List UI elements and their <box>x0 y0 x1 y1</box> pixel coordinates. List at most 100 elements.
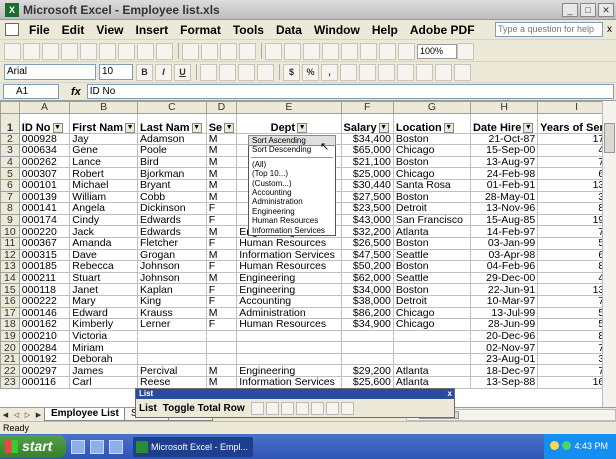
save-icon[interactable] <box>42 42 59 60</box>
cell[interactable]: $27,500 <box>340 190 394 204</box>
cell[interactable] <box>205 341 238 354</box>
cell[interactable]: Stuart <box>69 271 139 285</box>
cell[interactable]: Gene <box>69 144 139 157</box>
cell[interactable]: 000315 <box>18 248 71 262</box>
cell[interactable]: Janet <box>69 283 139 296</box>
cell[interactable]: $34,000 <box>340 283 394 296</box>
permission-icon[interactable] <box>61 42 78 60</box>
cell[interactable]: M <box>205 167 238 180</box>
cell[interactable]: 000211 <box>18 271 71 285</box>
cell[interactable]: Miriam <box>69 341 139 354</box>
cell[interactable]: Chicago <box>392 306 472 320</box>
research-icon[interactable] <box>156 42 173 60</box>
cell[interactable]: M <box>205 155 238 169</box>
cell[interactable]: Cindy <box>69 213 139 227</box>
cell[interactable]: Accounting <box>236 294 342 308</box>
cell[interactable]: 22-Jun-91 <box>470 283 539 296</box>
cell[interactable]: $86,200 <box>340 306 394 320</box>
cell[interactable]: Boston <box>392 132 472 146</box>
cell[interactable]: 000297 <box>18 364 71 378</box>
cell[interactable]: Angela <box>69 202 139 215</box>
column-header[interactable]: A <box>18 101 71 114</box>
list-header-cell[interactable]: Salary ▼ <box>340 112 394 134</box>
cell[interactable]: 18-Dec-97 <box>470 364 539 378</box>
datasheet-icon[interactable] <box>340 401 354 415</box>
cell[interactable]: $29,200 <box>340 364 394 378</box>
cell[interactable]: 29-Dec-00 <box>470 271 539 285</box>
scroll-thumb[interactable] <box>604 123 615 153</box>
font-color-icon[interactable] <box>454 63 471 81</box>
cell[interactable]: Carl <box>69 376 139 389</box>
cell[interactable]: King <box>137 294 207 308</box>
list-menu-button[interactable]: List <box>139 403 157 414</box>
cell[interactable]: 04-Feb-96 <box>470 260 539 273</box>
filter-option[interactable]: Engineering <box>249 207 335 216</box>
autofilter-arrow-icon[interactable]: ▼ <box>125 122 136 133</box>
cell[interactable]: $21,100 <box>340 155 394 169</box>
cell[interactable]: Detroit <box>392 294 472 308</box>
menu-help[interactable]: Help <box>366 23 404 37</box>
column-header[interactable]: H <box>470 101 539 114</box>
autofilter-arrow-icon[interactable]: ▼ <box>224 122 235 133</box>
cell[interactable]: Bird <box>137 155 207 169</box>
row-header[interactable]: 23 <box>0 376 20 389</box>
cell[interactable] <box>392 352 472 366</box>
currency-button[interactable]: $ <box>283 63 300 81</box>
row-header[interactable]: 13 <box>0 260 20 273</box>
vertical-scrollbar[interactable] <box>602 101 616 407</box>
cell[interactable]: $62,000 <box>340 271 394 285</box>
insert-function-icon[interactable]: fx <box>71 86 81 98</box>
help-icon[interactable] <box>457 42 474 60</box>
start-button[interactable]: start <box>0 435 66 458</box>
filter-option[interactable]: Information Services <box>249 226 335 235</box>
cell[interactable]: Engineering <box>236 364 342 378</box>
font-name-select[interactable]: Arial <box>4 64 96 80</box>
cell[interactable]: 21-Oct-87 <box>470 132 539 146</box>
close-button[interactable]: ✕ <box>598 2 614 17</box>
align-center-icon[interactable] <box>219 63 236 81</box>
row-header[interactable]: 1 <box>0 112 20 134</box>
cell[interactable]: James <box>69 364 139 378</box>
cell[interactable]: Chicago <box>392 318 472 331</box>
cell[interactable]: Cobb <box>137 190 207 204</box>
cell[interactable] <box>340 352 394 366</box>
menu-window[interactable]: Window <box>308 23 366 37</box>
cell[interactable]: $50,200 <box>340 260 394 273</box>
view-list-icon[interactable] <box>295 401 309 415</box>
column-header[interactable]: D <box>205 101 238 114</box>
cell[interactable] <box>236 352 342 366</box>
cell[interactable]: $34,900 <box>340 318 394 331</box>
decrease-indent-icon[interactable] <box>378 63 395 81</box>
quick-launch-desktop-icon[interactable] <box>90 439 104 454</box>
fill-color-icon[interactable] <box>435 63 452 81</box>
row-header[interactable]: 7 <box>0 190 20 204</box>
list-header-cell[interactable]: Dept ▼ <box>236 112 342 134</box>
cell[interactable]: Edwards <box>137 225 207 238</box>
cell[interactable] <box>137 352 207 366</box>
row-header[interactable]: 22 <box>0 364 20 378</box>
underline-button[interactable]: U <box>174 63 191 81</box>
filter-option[interactable]: (Custom...) <box>249 179 335 188</box>
cell[interactable]: 000185 <box>18 260 71 273</box>
cell[interactable]: F <box>205 260 238 273</box>
prev-sheet-icon[interactable]: ◁ <box>11 411 22 419</box>
row-header[interactable]: 9 <box>0 213 20 227</box>
row-header[interactable]: 10 <box>0 225 20 238</box>
column-header[interactable]: B <box>69 101 139 114</box>
cell[interactable]: 000101 <box>18 178 71 192</box>
comma-button[interactable]: , <box>321 63 338 81</box>
cell[interactable] <box>205 352 238 366</box>
cell[interactable]: F <box>205 202 238 215</box>
print-list-icon[interactable] <box>325 401 339 415</box>
autofilter-arrow-icon[interactable]: ▼ <box>443 122 454 133</box>
cell[interactable]: Boston <box>392 155 472 169</box>
cell[interactable]: Bryant <box>137 178 207 192</box>
cell[interactable]: 000307 <box>18 167 71 180</box>
row-header[interactable]: 4 <box>0 155 20 169</box>
cell[interactable]: 13-Jul-99 <box>470 306 539 320</box>
cell[interactable] <box>137 329 207 343</box>
spelling-icon[interactable] <box>137 42 154 60</box>
cell[interactable]: F <box>205 283 238 296</box>
cell[interactable]: M <box>205 144 238 157</box>
list-header-cell[interactable]: First Nam ▼ <box>69 112 139 134</box>
